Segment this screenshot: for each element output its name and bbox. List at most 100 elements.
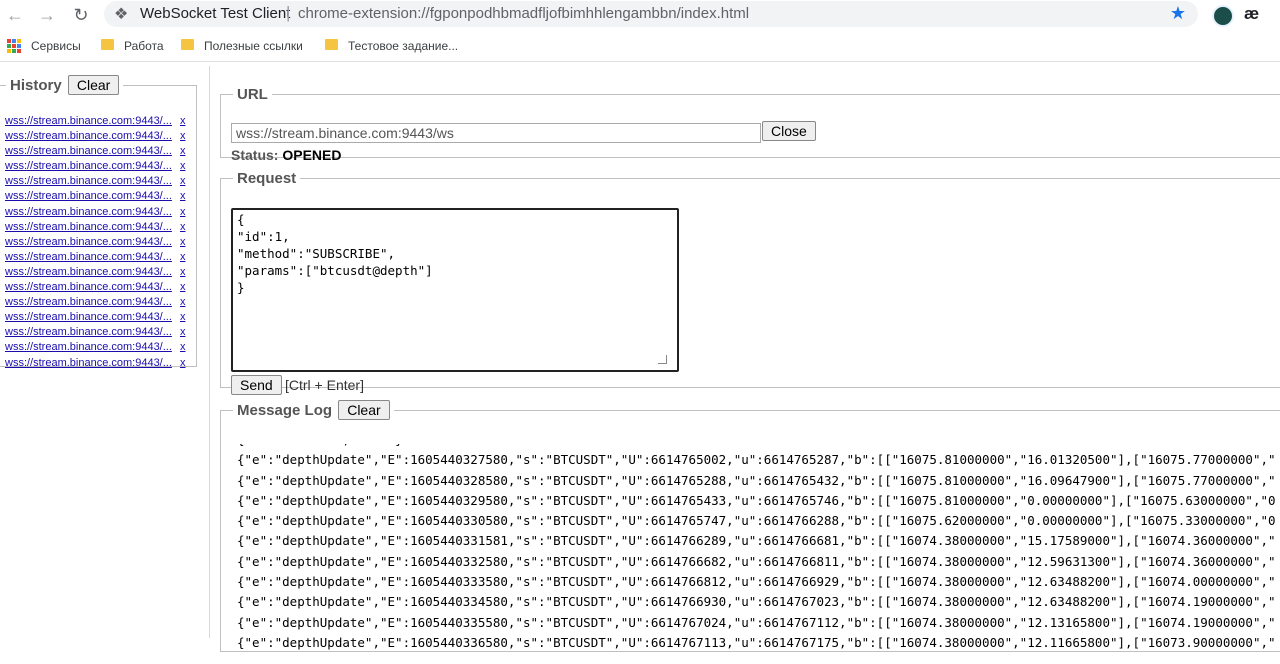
back-icon[interactable]: ← <box>4 4 26 26</box>
history-remove-button[interactable]: x <box>180 115 186 127</box>
message-log-lines: {"result":null,"id":1}{"e":"depthUpdate"… <box>237 444 1280 653</box>
history-item: wss://stream.binance.com:9443/... x <box>5 206 190 221</box>
history-link[interactable]: wss://stream.binance.com:9443/... <box>5 311 172 323</box>
folder-icon <box>325 39 338 50</box>
request-textarea[interactable]: { "id":1, "method":"SUBSCRIBE", "params"… <box>231 208 679 372</box>
history-link[interactable]: wss://stream.binance.com:9443/... <box>5 130 172 142</box>
folder-icon <box>101 39 114 50</box>
url-input[interactable]: wss://stream.binance.com:9443/ws <box>231 123 761 143</box>
message-log-clear-button[interactable]: Clear <box>338 400 390 420</box>
history-remove-button[interactable]: x <box>180 236 186 248</box>
profile-extension-icon[interactable]: æ <box>1244 4 1259 24</box>
history-legend: History Clear <box>6 75 123 95</box>
history-item: wss://stream.binance.com:9443/... x <box>5 221 190 236</box>
history-link[interactable]: wss://stream.binance.com:9443/... <box>5 266 172 278</box>
panel-divider <box>209 66 210 638</box>
extension-icon: ❖ <box>114 6 129 23</box>
history-remove-button[interactable]: x <box>180 175 186 187</box>
browser-toolbar: ← → ↻ ❖ WebSocket Test Client | chrome-e… <box>0 0 1280 30</box>
log-line: {"e":"depthUpdate","E":1605440332580,"s"… <box>237 553 1276 569</box>
connection-status: Status: OPENED <box>231 147 341 163</box>
history-remove-button[interactable]: x <box>180 190 186 202</box>
log-line: {"e":"depthUpdate","E":1605440330580,"s"… <box>237 513 1276 529</box>
log-line: {"e":"depthUpdate","E":1605440329580,"s"… <box>237 492 1276 508</box>
history-link[interactable]: wss://stream.binance.com:9443/... <box>5 115 172 127</box>
message-log-legend: Message Log Clear <box>233 400 394 420</box>
extension-badge-icon[interactable] <box>1212 5 1234 27</box>
history-item: wss://stream.binance.com:9443/... x <box>5 175 190 190</box>
bookmark-work[interactable]: Работа <box>124 39 164 53</box>
history-link[interactable]: wss://stream.binance.com:9443/... <box>5 281 172 293</box>
history-item: wss://stream.binance.com:9443/... x <box>5 296 190 311</box>
history-remove-button[interactable]: x <box>180 326 186 338</box>
page-url: chrome-extension://fgponpodhbmadfljofbim… <box>298 5 750 22</box>
request-section: Request { "id":1, "method":"SUBSCRIBE", … <box>220 170 1280 395</box>
history-remove-button[interactable]: x <box>180 160 186 172</box>
bookmark-useful-links[interactable]: Полезные ссылки <box>204 39 303 53</box>
folder-icon <box>181 39 194 50</box>
history-link[interactable]: wss://stream.binance.com:9443/... <box>5 160 172 172</box>
log-line: {"e":"depthUpdate","E":1605440331581,"s"… <box>237 533 1276 549</box>
status-value: OPENED <box>282 147 342 163</box>
history-remove-button[interactable]: x <box>180 206 186 218</box>
history-remove-button[interactable]: x <box>180 296 186 308</box>
history-item: wss://stream.binance.com:9443/... x <box>5 326 190 341</box>
request-legend: Request <box>237 170 297 187</box>
history-link[interactable]: wss://stream.binance.com:9443/... <box>5 145 172 157</box>
history-link[interactable]: wss://stream.binance.com:9443/... <box>5 206 172 218</box>
history-link[interactable]: wss://stream.binance.com:9443/... <box>5 236 172 248</box>
history-remove-button[interactable]: x <box>180 130 186 142</box>
log-line: {"e":"depthUpdate","E":1605440327580,"s"… <box>237 452 1276 468</box>
history-item: wss://stream.binance.com:9443/... x <box>5 115 190 130</box>
resize-handle-icon[interactable] <box>658 355 667 364</box>
history-list: wss://stream.binance.com:9443/... x wss://… <box>5 115 190 372</box>
history-item: wss://stream.binance.com:9443/... x <box>5 341 190 356</box>
bookmark-star-icon[interactable]: ★ <box>1170 3 1186 24</box>
close-button[interactable]: Close <box>762 121 816 141</box>
bookmark-services[interactable]: Сервисы <box>31 39 81 53</box>
history-remove-button[interactable]: x <box>180 281 186 293</box>
url-section: URL wss://stream.binance.com:9443/ws Clo… <box>220 86 1280 163</box>
history-remove-button[interactable]: x <box>180 251 186 263</box>
history-item: wss://stream.binance.com:9443/... x <box>5 130 190 145</box>
history-remove-button[interactable]: x <box>180 221 186 233</box>
address-bar[interactable]: ❖ WebSocket Test Client | chrome-extensi… <box>104 1 1198 27</box>
history-link[interactable]: wss://stream.binance.com:9443/... <box>5 221 172 233</box>
log-line: {"e":"depthUpdate","E":1605440328580,"s"… <box>237 472 1276 488</box>
history-link[interactable]: wss://stream.binance.com:9443/... <box>5 190 172 202</box>
history-item: wss://stream.binance.com:9443/... x <box>5 357 190 372</box>
history-item: wss://stream.binance.com:9443/... x <box>5 251 190 266</box>
history-title: History <box>10 77 62 94</box>
history-link[interactable]: wss://stream.binance.com:9443/... <box>5 357 172 369</box>
bookmarks-bar: Сервисы Работа Полезные ссылки Тестовое … <box>0 33 1280 62</box>
history-remove-button[interactable]: x <box>180 145 186 157</box>
history-item: wss://stream.binance.com:9443/... x <box>5 311 190 326</box>
history-item: wss://stream.binance.com:9443/... x <box>5 266 190 281</box>
history-clear-button[interactable]: Clear <box>67 75 120 95</box>
history-link[interactable]: wss://stream.binance.com:9443/... <box>5 341 172 353</box>
history-link[interactable]: wss://stream.binance.com:9443/... <box>5 251 172 263</box>
history-remove-button[interactable]: x <box>180 341 186 353</box>
bookmark-test-task[interactable]: Тестовое задание... <box>348 39 458 53</box>
log-line: {"e":"depthUpdate","E":1605440334580,"s"… <box>237 594 1276 610</box>
history-item: wss://stream.binance.com:9443/... x <box>5 160 190 175</box>
history-link[interactable]: wss://stream.binance.com:9443/... <box>5 296 172 308</box>
forward-icon[interactable]: → <box>36 4 58 26</box>
history-remove-button[interactable]: x <box>180 311 186 323</box>
history-item: wss://stream.binance.com:9443/... x <box>5 145 190 160</box>
history-panel: History Clear wss://stream.binance.com:9… <box>0 75 197 369</box>
history-item: wss://stream.binance.com:9443/... x <box>5 190 190 205</box>
reload-icon[interactable]: ↻ <box>70 4 92 26</box>
log-line: {"e":"depthUpdate","E":1605440336580,"s"… <box>237 634 1276 650</box>
history-remove-button[interactable]: x <box>180 266 186 278</box>
status-label: Status: <box>231 147 279 163</box>
history-remove-button[interactable]: x <box>180 357 186 369</box>
page-title: WebSocket Test Client <box>140 5 291 22</box>
history-link[interactable]: wss://stream.binance.com:9443/... <box>5 326 172 338</box>
history-link[interactable]: wss://stream.binance.com:9443/... <box>5 175 172 187</box>
message-log-output: {"result":null,"id":1}{"e":"depthUpdate"… <box>237 444 1280 664</box>
send-button[interactable]: Send <box>231 375 282 395</box>
history-item: wss://stream.binance.com:9443/... x <box>5 236 190 251</box>
apps-grid-icon[interactable] <box>7 39 21 53</box>
history-item: wss://stream.binance.com:9443/... x <box>5 281 190 296</box>
